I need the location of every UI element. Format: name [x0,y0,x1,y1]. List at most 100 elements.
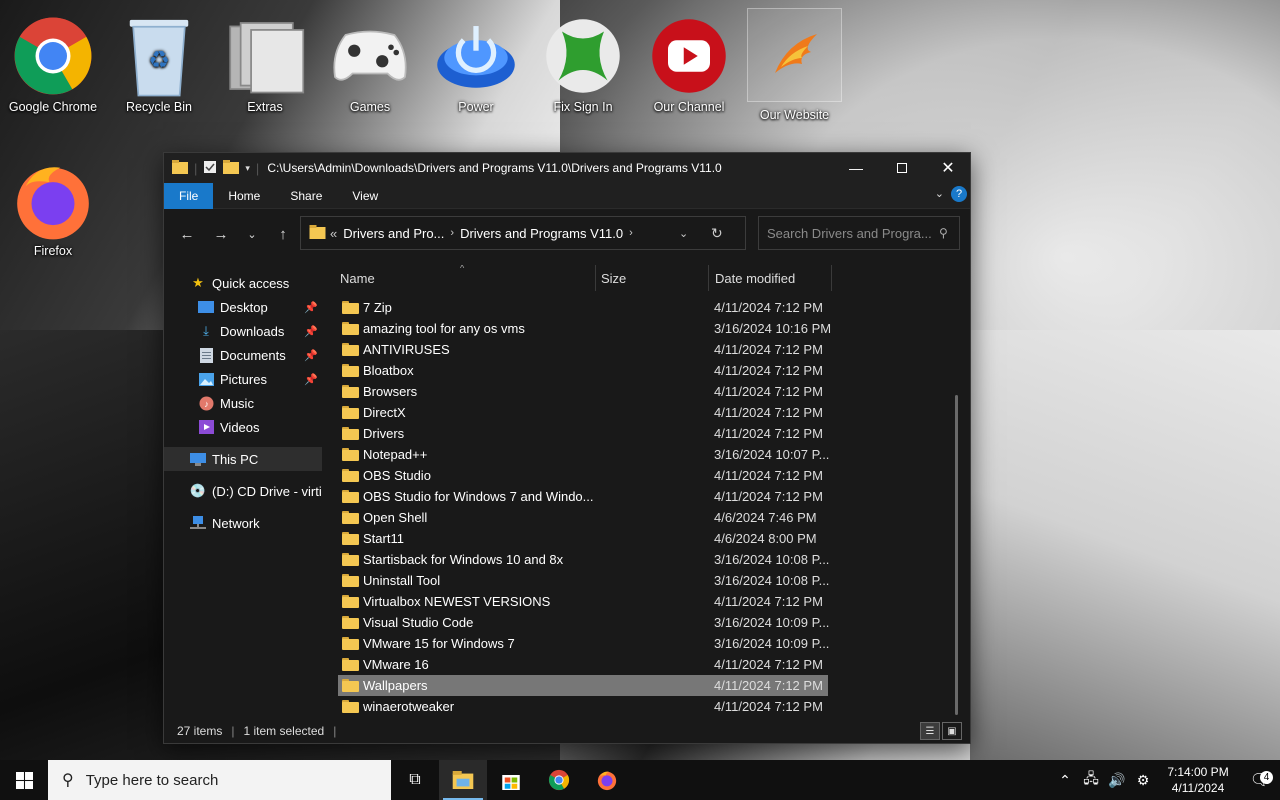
desktop-icon-firefox[interactable]: Firefox [3,152,103,258]
file-row[interactable]: OBS Studio 4/11/2024 7:12 PM [338,465,828,486]
title-bar[interactable]: | ▾ | C:\Users\Admin\Downloads\Drivers a… [164,153,970,183]
minimize-button[interactable]: — [833,153,879,183]
forward-button[interactable]: → [204,219,238,249]
sidebar-item-desktop[interactable]: Desktop 📌 [164,295,322,319]
address-overflow[interactable]: « [330,226,337,241]
breadcrumb-current[interactable]: Drivers and Programs V11.0 [460,226,623,241]
chrome-icon [5,8,101,104]
file-row[interactable]: Wallpapers 4/11/2024 7:12 PM [338,675,828,696]
desktop-icon-extras[interactable]: Extras [215,8,315,114]
address-dropdown-icon[interactable]: ⌄ [679,227,688,240]
close-button[interactable]: ✕ [925,153,971,183]
sidebar-item-music[interactable]: ♪ Music [164,391,322,415]
file-row[interactable]: VMware 16 4/11/2024 7:12 PM [338,654,828,675]
properties-icon[interactable] [203,160,217,177]
pin-icon[interactable]: 📌 [304,325,318,338]
chevron-right-icon[interactable]: › [450,227,454,239]
file-row[interactable]: OBS Studio for Windows 7 and Windo... 4/1… [338,486,828,507]
up-button[interactable]: ↑ [266,219,300,249]
network-icon[interactable]: 🖧 [1078,768,1104,792]
desktop-icon-power[interactable]: Power [426,8,526,114]
recycle-bin-icon: ♻ [111,8,207,104]
chevron-right-icon[interactable]: › [629,227,633,239]
tab-file[interactable]: File [164,182,214,209]
back-button[interactable]: ← [170,219,204,249]
help-icon[interactable]: ? [951,186,967,202]
column-header-size[interactable]: Size [601,271,626,286]
desktop-icon-recycle-bin[interactable]: ♻ Recycle Bin [109,8,209,114]
volume-icon[interactable]: 🔊 [1104,772,1130,789]
clock[interactable]: 7:14:00 PM 4/11/2024 [1156,764,1240,796]
file-explorer-window[interactable]: | ▾ | C:\Users\Admin\Downloads\Drivers a… [163,152,971,744]
maximize-button[interactable] [879,153,925,183]
vertical-scrollbar[interactable] [955,395,958,715]
recent-locations-button[interactable]: ⌄ [238,219,266,249]
file-row[interactable]: VMware 15 for Windows 7 3/16/2024 10:09 P… [338,633,829,654]
file-row[interactable]: winaerotweaker 4/11/2024 7:12 PM [338,696,828,717]
tab-home[interactable]: Home [213,183,275,209]
search-input[interactable] [767,225,935,241]
tab-share[interactable]: Share [275,183,337,209]
file-row[interactable]: Notepad++ 3/16/2024 10:07 P... [338,444,829,465]
file-row[interactable]: Virtualbox NEWEST VERSIONS 4/11/2024 7:12… [338,591,828,612]
column-header-name[interactable]: Name [340,271,375,286]
taskbar-chrome[interactable] [535,760,583,800]
sidebar-item-pictures[interactable]: Pictures 📌 [164,367,322,391]
taskbar-file-explorer[interactable] [439,760,487,800]
ribbon-tabs: File Home Share View ⌄ ? [164,182,970,209]
column-header-date-modified[interactable]: Date modified [715,271,795,286]
folder-icon [342,427,359,440]
quick-access-toolbar-dropdown-icon[interactable]: ▾ [245,163,250,174]
details-view-icon[interactable]: ☰ [920,722,940,740]
search-box[interactable]: ⚲ [758,216,960,250]
pin-icon[interactable]: 📌 [304,349,318,362]
file-row[interactable]: DirectX 4/11/2024 7:12 PM [338,402,828,423]
address-bar[interactable]: « Drivers and Pro... › Drivers and Progr… [300,216,746,250]
task-view-button[interactable]: ⧉ [391,760,439,800]
folder-icon [342,658,359,671]
taskbar-search-box[interactable]: ⚲ Type here to search [48,760,391,800]
tab-view[interactable]: View [337,183,393,209]
desktop-icon-our-channel[interactable]: Our Channel [639,8,739,114]
large-icons-view-icon[interactable]: ▣ [942,722,962,740]
file-row[interactable]: Open Shell 4/6/2024 7:46 PM [338,507,828,528]
file-row[interactable]: Browsers 4/11/2024 7:12 PM [338,381,828,402]
desktop-icon-fix-sign-in[interactable]: Fix Sign In [533,8,633,114]
gear-icon[interactable]: ⚙ [1130,772,1156,789]
sidebar-item-downloads[interactable]: ⤓ Downloads 📌 [164,319,322,343]
file-row[interactable]: amazing tool for any os vms 3/16/2024 10:… [338,318,831,339]
file-row[interactable]: Uninstall Tool 3/16/2024 10:08 P... [338,570,829,591]
file-date-modified: 4/11/2024 7:12 PM [714,405,823,420]
folder-icon [342,616,359,629]
start-button[interactable] [0,760,48,800]
taskbar-microsoft-store[interactable] [487,760,535,800]
file-row[interactable]: Visual Studio Code 3/16/2024 10:09 P... [338,612,829,633]
pin-icon[interactable]: 📌 [304,301,318,314]
file-name: ANTIVIRUSES [363,342,450,357]
action-center-button[interactable]: 🗨 4 [1240,770,1280,790]
sidebar-item-cd-drive[interactable]: 💿 (D:) CD Drive - virtio [164,479,322,503]
refresh-icon[interactable]: ↻ [711,225,723,242]
sidebar-item-quick-access[interactable]: ★ Quick access [164,271,322,295]
desktop-icon-our-website[interactable] [747,8,842,102]
file-row[interactable]: ANTIVIRUSES 4/11/2024 7:12 PM [338,339,828,360]
expand-ribbon-icon[interactable]: ⌄ [935,187,944,200]
desktop-icon-games[interactable]: Games [320,8,420,114]
sidebar-item-documents[interactable]: Documents 📌 [164,343,322,367]
sidebar-item-this-pc[interactable]: This PC [164,447,322,471]
sidebar-item-videos[interactable]: Videos [164,415,322,439]
desktop-icon-chrome[interactable]: Google Chrome [3,8,103,114]
file-name: Browsers [363,384,418,399]
breadcrumb-parent[interactable]: Drivers and Pro... [343,226,444,241]
chevron-up-icon[interactable]: ⌃ [1052,772,1078,789]
file-row[interactable]: Start11 4/6/2024 8:00 PM [338,528,828,549]
new-folder-icon[interactable] [223,159,240,177]
sidebar-item-network[interactable]: Network [164,511,322,535]
file-row[interactable]: 7 Zip 4/11/2024 7:12 PM [338,297,828,318]
taskbar-firefox[interactable] [583,760,631,800]
file-row[interactable]: Bloatbox 4/11/2024 7:12 PM [338,360,828,381]
gamepad-icon [322,8,418,104]
file-row[interactable]: Startisback for Windows 10 and 8x 3/16/20… [338,549,829,570]
pin-icon[interactable]: 📌 [304,373,318,386]
file-row[interactable]: Drivers 4/11/2024 7:12 PM [338,423,828,444]
